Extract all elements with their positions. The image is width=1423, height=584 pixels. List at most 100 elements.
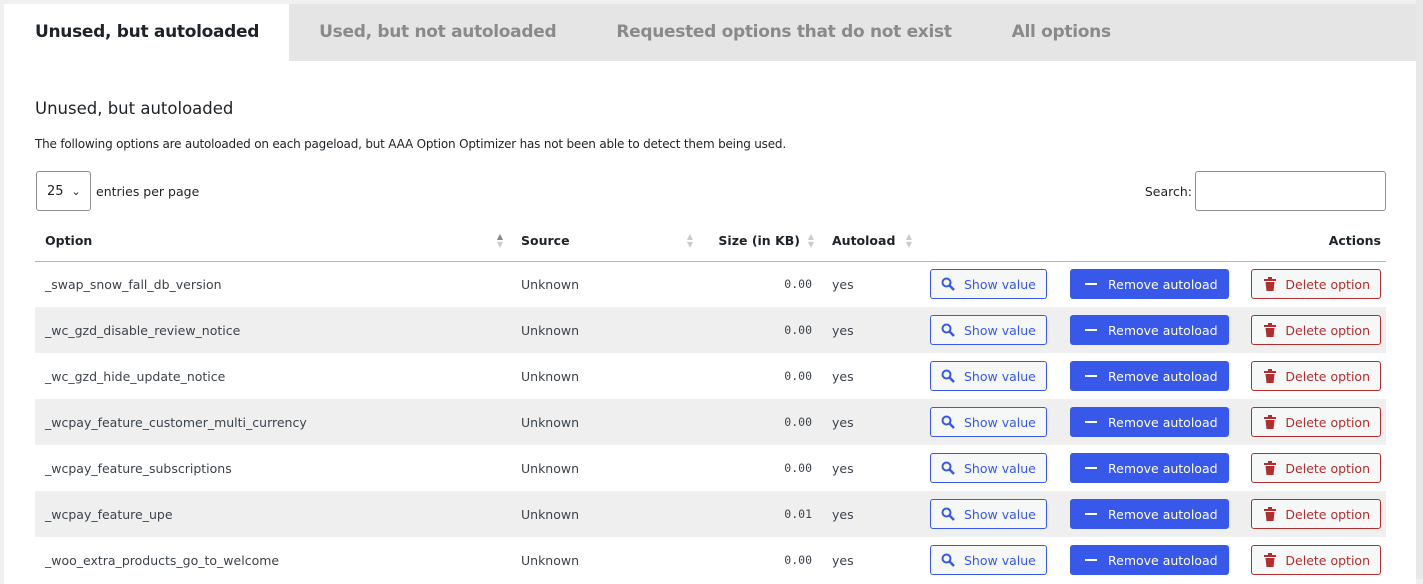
- remove-autoload-button[interactable]: Remove autoload: [1070, 361, 1229, 391]
- label: Delete option: [1285, 414, 1370, 430]
- column-header-option[interactable]: Option ▲ ▼: [35, 221, 511, 262]
- option-source: Unknown: [511, 491, 701, 537]
- label: Show value: [964, 460, 1036, 476]
- options-table: Option ▲ ▼ Source ▲ ▼ Size (in KB) ▲ ▼ Autoloa…: [35, 221, 1386, 583]
- column-header-size[interactable]: Size (in KB) ▲ ▼: [701, 221, 822, 262]
- option-size: 0.00: [701, 537, 822, 583]
- option-autoload: yes: [822, 399, 920, 445]
- minus-icon: [1085, 329, 1097, 331]
- option-size: 0.00: [701, 445, 822, 491]
- search-icon: [941, 277, 955, 292]
- sort-icon: ▲ ▼: [807, 232, 814, 249]
- delete-option-button[interactable]: Delete option: [1251, 499, 1381, 529]
- remove-autoload-button[interactable]: Remove autoload: [1070, 407, 1229, 437]
- table-row: _wc_gzd_hide_update_notice Unknown 0.00 …: [35, 353, 1386, 399]
- option-size: 0.00: [701, 307, 822, 353]
- label: Delete option: [1285, 368, 1370, 384]
- show-value-button[interactable]: Show value: [930, 361, 1047, 391]
- label: Show value: [964, 276, 1036, 292]
- trash-icon: [1264, 277, 1277, 292]
- table-row: _swap_snow_fall_db_version Unknown 0.00 …: [35, 261, 1386, 307]
- tab-unused-autoloaded[interactable]: Unused, but autoloaded: [4, 4, 290, 61]
- entries-per-page-select[interactable]: 25 ⌄: [36, 171, 91, 211]
- option-source: Unknown: [511, 261, 701, 307]
- label: Remove autoload: [1108, 506, 1218, 522]
- scrollbar[interactable]: [1416, 0, 1423, 579]
- entries-value: 25: [47, 183, 64, 199]
- delete-option-button[interactable]: Delete option: [1251, 269, 1381, 300]
- trash-icon: [1264, 415, 1277, 429]
- label: Delete option: [1285, 460, 1370, 476]
- search: Search:: [1145, 171, 1386, 211]
- search-icon: [941, 553, 955, 567]
- search-icon: [941, 369, 955, 383]
- table-row: _woo_extra_products_go_to_welcome Unknow…: [35, 537, 1386, 583]
- section-description: The following options are autoloaded on …: [35, 137, 786, 151]
- label: Delete option: [1285, 322, 1370, 338]
- entries-length: 25 ⌄ entries per page: [36, 171, 199, 211]
- minus-icon: [1085, 513, 1097, 515]
- delete-option-button[interactable]: Delete option: [1251, 407, 1381, 437]
- column-header-source[interactable]: Source ▲ ▼: [511, 221, 701, 262]
- minus-icon: [1085, 467, 1097, 469]
- delete-option-button[interactable]: Delete option: [1251, 453, 1381, 483]
- search-label: Search:: [1144, 183, 1192, 199]
- remove-autoload-button[interactable]: Remove autoload: [1070, 315, 1229, 345]
- label: Remove autoload: [1108, 552, 1218, 568]
- tab-requested-nonexistent[interactable]: Requested options that do not exist: [586, 4, 981, 61]
- tab-used-not-autoloaded[interactable]: Used, but not autoloaded: [289, 4, 586, 61]
- remove-autoload-button[interactable]: Remove autoload: [1070, 453, 1229, 483]
- remove-autoload-button[interactable]: Remove autoload: [1070, 545, 1229, 575]
- option-name: _wcpay_feature_upe: [35, 491, 511, 537]
- option-name: _wcpay_feature_customer_multi_currency: [35, 399, 511, 445]
- show-value-button[interactable]: Show value: [930, 315, 1047, 345]
- option-name: _swap_snow_fall_db_version: [35, 261, 511, 307]
- minus-icon: [1085, 283, 1097, 286]
- option-size: 0.00: [701, 399, 822, 445]
- show-value-button[interactable]: Show value: [930, 545, 1047, 575]
- delete-option-button[interactable]: Delete option: [1251, 315, 1381, 345]
- label: Show value: [964, 552, 1036, 568]
- minus-icon: [1085, 421, 1097, 423]
- option-autoload: yes: [822, 491, 920, 537]
- label: Remove autoload: [1108, 368, 1218, 384]
- column-header-autoload[interactable]: Autoload ▲ ▼: [822, 221, 920, 262]
- search-input[interactable]: [1195, 171, 1386, 211]
- show-value-button[interactable]: Show value: [930, 453, 1047, 483]
- option-autoload: yes: [822, 261, 920, 307]
- label: Show value: [964, 506, 1036, 522]
- delete-option-button[interactable]: Delete option: [1251, 545, 1381, 575]
- option-source: Unknown: [511, 399, 701, 445]
- table-row: _wcpay_feature_subscriptions Unknown 0.0…: [35, 445, 1386, 491]
- label: Show value: [964, 414, 1036, 430]
- option-name: _wcpay_feature_subscriptions: [35, 445, 511, 491]
- search-icon: [941, 415, 955, 429]
- option-source: Unknown: [511, 353, 701, 399]
- option-size: 0.01: [701, 491, 822, 537]
- remove-autoload-button[interactable]: Remove autoload: [1070, 269, 1229, 300]
- trash-icon: [1264, 461, 1277, 475]
- option-name: _woo_extra_products_go_to_welcome: [35, 537, 511, 583]
- chevron-down-icon: ⌄: [71, 184, 81, 198]
- table-row: _wc_gzd_disable_review_notice Unknown 0.…: [35, 307, 1386, 353]
- show-value-button[interactable]: Show value: [930, 499, 1047, 529]
- header-label: Autoload: [832, 233, 896, 249]
- delete-option-button[interactable]: Delete option: [1251, 361, 1381, 391]
- show-value-button[interactable]: Show value: [930, 407, 1047, 437]
- remove-autoload-button[interactable]: Remove autoload: [1070, 499, 1229, 529]
- show-value-button[interactable]: Show value: [930, 269, 1047, 300]
- header-label: Option: [45, 233, 93, 249]
- option-name: _wc_gzd_disable_review_notice: [35, 307, 511, 353]
- sort-icon: ▲ ▼: [686, 232, 693, 249]
- search-icon: [941, 461, 955, 475]
- option-source: Unknown: [511, 445, 701, 491]
- label: Remove autoload: [1108, 322, 1218, 338]
- search-icon: [941, 323, 955, 337]
- tab-all-options[interactable]: All options: [982, 4, 1141, 61]
- minus-icon: [1085, 559, 1097, 561]
- table-row: _wcpay_feature_customer_multi_currency U…: [35, 399, 1386, 445]
- trash-icon: [1264, 369, 1277, 383]
- option-source: Unknown: [511, 537, 701, 583]
- label: Show value: [964, 322, 1036, 338]
- sort-icon: ▲ ▼: [905, 232, 912, 249]
